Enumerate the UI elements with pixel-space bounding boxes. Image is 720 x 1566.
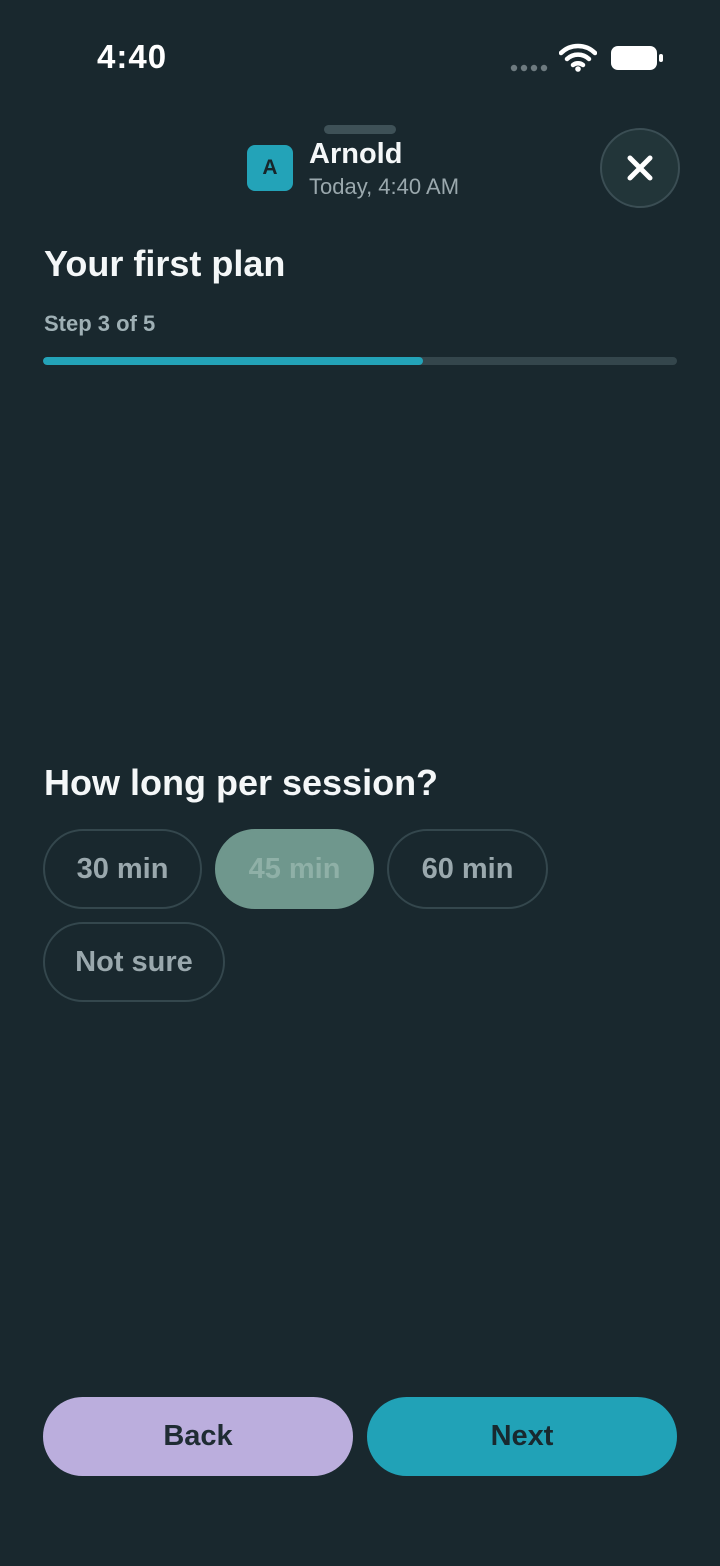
page-title: Your first plan	[44, 243, 286, 284]
sheet-grabber[interactable]	[324, 125, 396, 134]
message-timestamp: Today, 4:40 AM	[309, 174, 460, 199]
back-button[interactable]: Back	[43, 1397, 353, 1476]
close-icon	[627, 155, 653, 181]
option-30-min[interactable]: 30 min	[43, 829, 202, 909]
option-45-min[interactable]: 45 min	[215, 829, 374, 909]
option-not-sure[interactable]: Not sure	[43, 922, 225, 1002]
avatar: A	[247, 145, 293, 191]
battery-icon	[611, 46, 663, 70]
next-button[interactable]: Next	[367, 1397, 677, 1476]
status-time: 4:40	[97, 38, 168, 75]
progress-bar	[43, 357, 677, 365]
sender-name: Arnold	[309, 138, 403, 170]
option-60-min[interactable]: 60 min	[387, 829, 548, 909]
step-indicator: Step 3 of 5	[44, 311, 156, 336]
wifi-icon	[559, 43, 597, 72]
question-title: How long per session?	[44, 762, 439, 803]
progress-fill	[43, 357, 424, 365]
close-button[interactable]	[600, 128, 680, 208]
cellular-signal-icon	[510, 64, 548, 72]
status-bar: 4:40	[0, 0, 720, 110]
